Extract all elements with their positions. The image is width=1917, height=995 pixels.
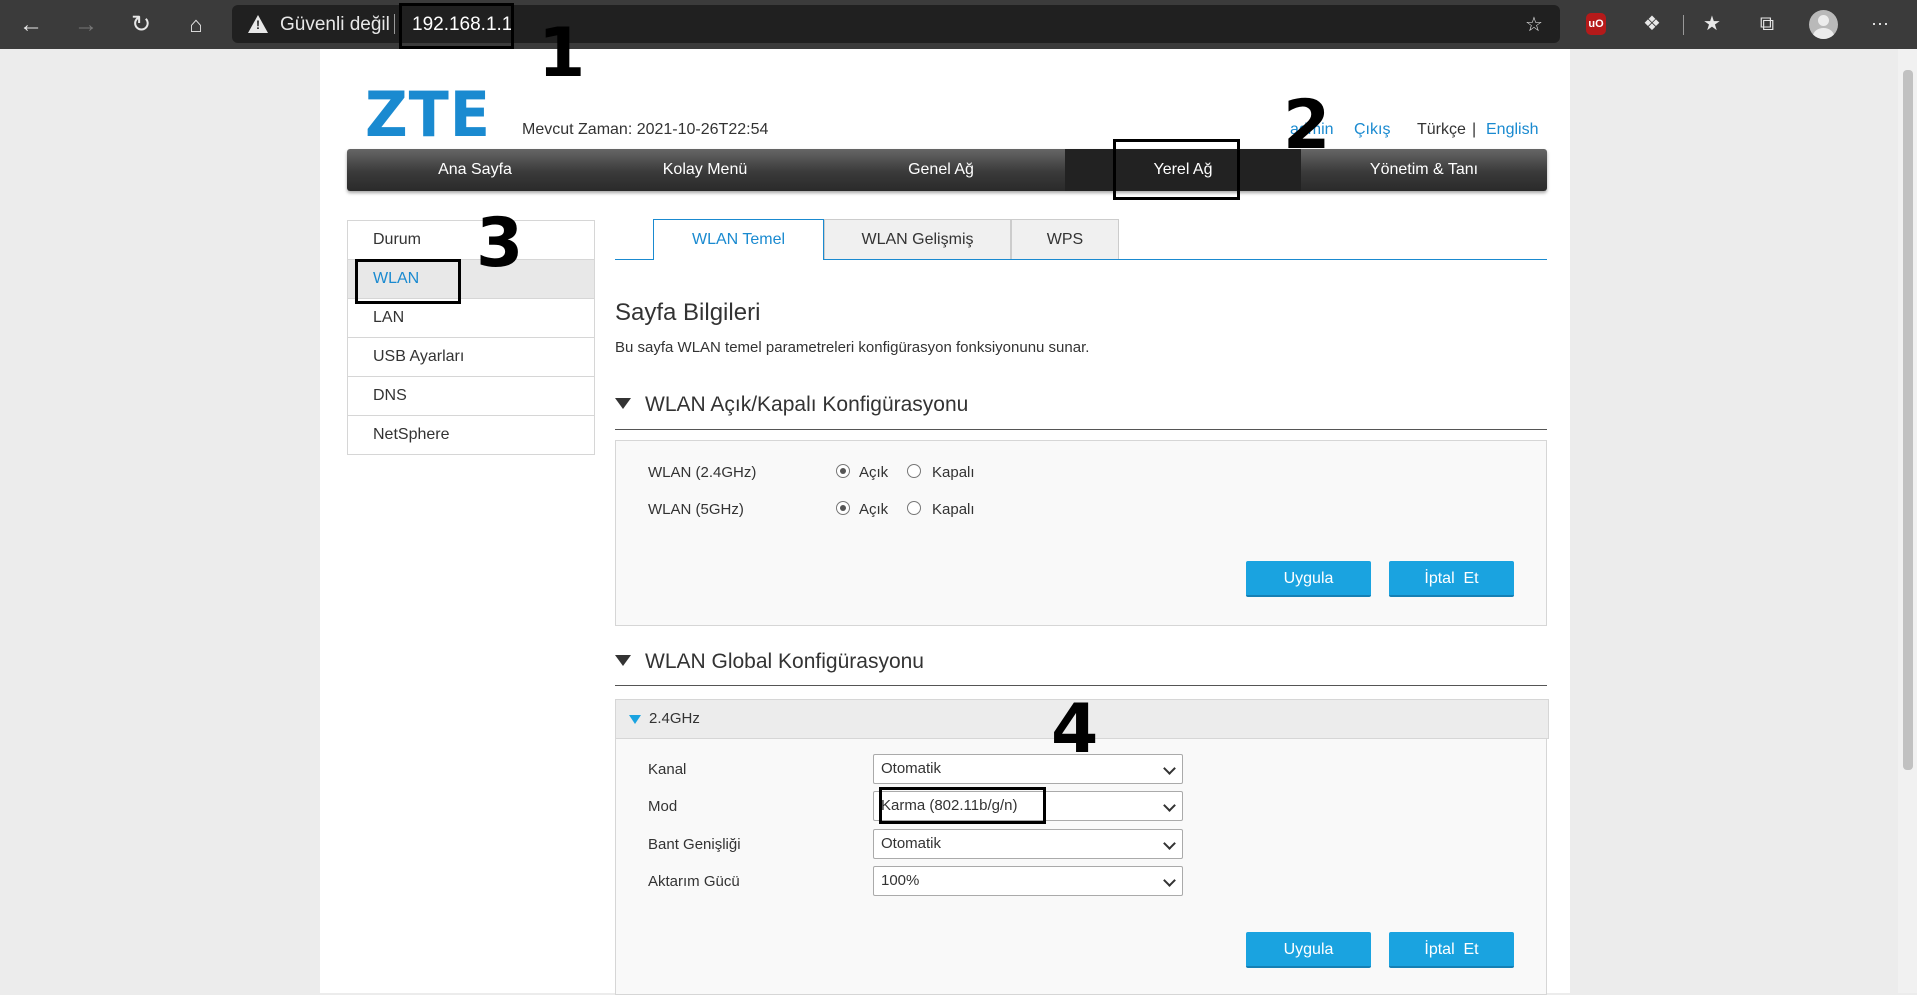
annotation-number-2: 2 (1283, 86, 1331, 165)
global-section-title: WLAN Global Konfigürasyonu (645, 650, 924, 673)
wlan-24-on-label: Açık (859, 464, 889, 481)
sidebar-item-dns[interactable]: DNS (348, 377, 594, 416)
wlan-5-off-label: Kapalı (932, 501, 975, 518)
nav-genel-ag[interactable]: Genel Ağ (813, 149, 1069, 191)
apply-button[interactable]: Uygula (1246, 932, 1371, 968)
sidebar-item-usb-ayarlari[interactable]: USB Ayarları (348, 338, 594, 377)
back-icon[interactable]: ← (14, 8, 48, 42)
chevron-down-icon (1163, 799, 1176, 812)
nav-ana-sayfa[interactable]: Ana Sayfa (347, 149, 603, 191)
kanal-select[interactable]: Otomatik (873, 754, 1183, 784)
band-label: 2.4GHz (649, 710, 700, 727)
collapse-triangle-icon[interactable] (615, 654, 631, 666)
more-icon[interactable]: ⋯ (1868, 12, 1892, 36)
nav-kolay-menu[interactable]: Kolay Menü (577, 149, 833, 191)
scrollbar-thumb[interactable] (1903, 70, 1913, 770)
main-nav: Ana Sayfa Kolay Menü Genel Ağ Yerel Ağ Y… (347, 149, 1547, 191)
wlan-5-off-radio[interactable] (907, 501, 921, 515)
favorites-icon[interactable]: ★ (1700, 12, 1724, 36)
annotation-box-sidebar (355, 259, 461, 304)
sidebar-item-lan[interactable]: LAN (348, 299, 594, 338)
chevron-down-icon (1163, 837, 1176, 850)
reload-icon[interactable]: ↻ (124, 8, 158, 42)
tab-wlan-temel[interactable]: WLAN Temel (653, 219, 824, 260)
annotation-box-url (399, 3, 514, 49)
aktarim-gucu-value: 100% (881, 872, 920, 889)
language-separator: | (1472, 121, 1477, 138)
wlan-5-on-label: Açık (859, 501, 889, 518)
browser-toolbar: ← → ↻ ⌂ Güvenli değil 192.168.1.1 ☆ uO ❖… (0, 0, 1917, 49)
chevron-down-icon (1163, 762, 1176, 775)
wlan-24-label: WLAN (2.4GHz) (648, 464, 757, 481)
language-english-link[interactable]: English (1486, 121, 1538, 139)
aktarim-gucu-select[interactable]: 100% (873, 866, 1183, 896)
forward-icon[interactable]: → (69, 8, 103, 42)
global-section-header[interactable]: WLAN Global Konfigürasyonu (615, 650, 924, 674)
ublock-icon[interactable]: uO (1586, 13, 1606, 35)
section-divider (615, 429, 1547, 430)
wlan-24-on-radio[interactable] (836, 464, 850, 478)
section-divider (615, 685, 1547, 686)
onoff-section-header[interactable]: WLAN Açık/Kapalı Konfigürasyonu (615, 393, 968, 417)
annotation-number-4: 4 (1051, 690, 1099, 769)
current-time: Mevcut Zaman: 2021-10-26T22:54 (522, 121, 769, 138)
annotation-box-nav (1113, 139, 1240, 200)
page-title: Sayfa Bilgileri (615, 299, 761, 326)
sidebar-item-durum[interactable]: Durum (348, 221, 594, 260)
wlan-5-on-radio[interactable] (836, 501, 850, 515)
collections-icon[interactable]: ⧉ (1755, 12, 1779, 36)
divider (394, 14, 395, 34)
wlan-24-off-label: Kapalı (932, 464, 975, 481)
annotation-number-3: 3 (476, 204, 524, 283)
wlan-5-label: WLAN (5GHz) (648, 501, 744, 518)
bant-genisligi-value: Otomatik (881, 835, 942, 852)
expand-triangle-icon[interactable] (629, 715, 641, 724)
onoff-section-title: WLAN Açık/Kapalı Konfigürasyonu (645, 393, 969, 416)
sidebar: Durum WLAN LAN USB Ayarları DNS NetSpher… (347, 220, 595, 455)
cancel-button[interactable]: İptal Et (1389, 561, 1514, 597)
logout-link[interactable]: Çıkış (1354, 121, 1390, 139)
tab-wps[interactable]: WPS (1011, 219, 1119, 259)
annotation-number-1: 1 (538, 14, 586, 93)
zte-logo: ZTE (365, 78, 491, 151)
kanal-label: Kanal (648, 761, 687, 778)
tab-wlan-gelismis[interactable]: WLAN Gelişmiş (824, 219, 1011, 259)
annotation-box-mode (879, 787, 1046, 824)
mod-label: Mod (648, 798, 678, 815)
collapse-triangle-icon[interactable] (615, 397, 631, 409)
home-icon[interactable]: ⌂ (179, 8, 213, 42)
sidebar-item-netsphere[interactable]: NetSphere (348, 416, 594, 454)
wlan-24-off-radio[interactable] (907, 464, 921, 478)
cancel-button[interactable]: İptal Et (1389, 932, 1514, 968)
page-description: Bu sayfa WLAN temel parametreleri konfig… (615, 339, 1090, 356)
chevron-down-icon (1163, 874, 1176, 887)
apply-button[interactable]: Uygula (1246, 561, 1371, 597)
security-label[interactable]: Güvenli değil (280, 14, 390, 36)
extensions-icon[interactable]: ❖ (1640, 12, 1664, 36)
profile-avatar[interactable] (1809, 10, 1838, 39)
warning-icon (248, 15, 268, 33)
bant-genisligi-label: Bant Genişliği (648, 836, 741, 853)
divider (1683, 15, 1684, 35)
nav-yonetim-tani[interactable]: Yönetim & Tanı (1301, 149, 1547, 191)
aktarim-gucu-label: Aktarım Gücü (648, 873, 740, 890)
language-current: Türkçe (1417, 121, 1466, 138)
bant-genisligi-select[interactable]: Otomatik (873, 829, 1183, 859)
add-favorite-icon[interactable]: ☆ (1522, 13, 1546, 37)
kanal-value: Otomatik (881, 760, 942, 777)
